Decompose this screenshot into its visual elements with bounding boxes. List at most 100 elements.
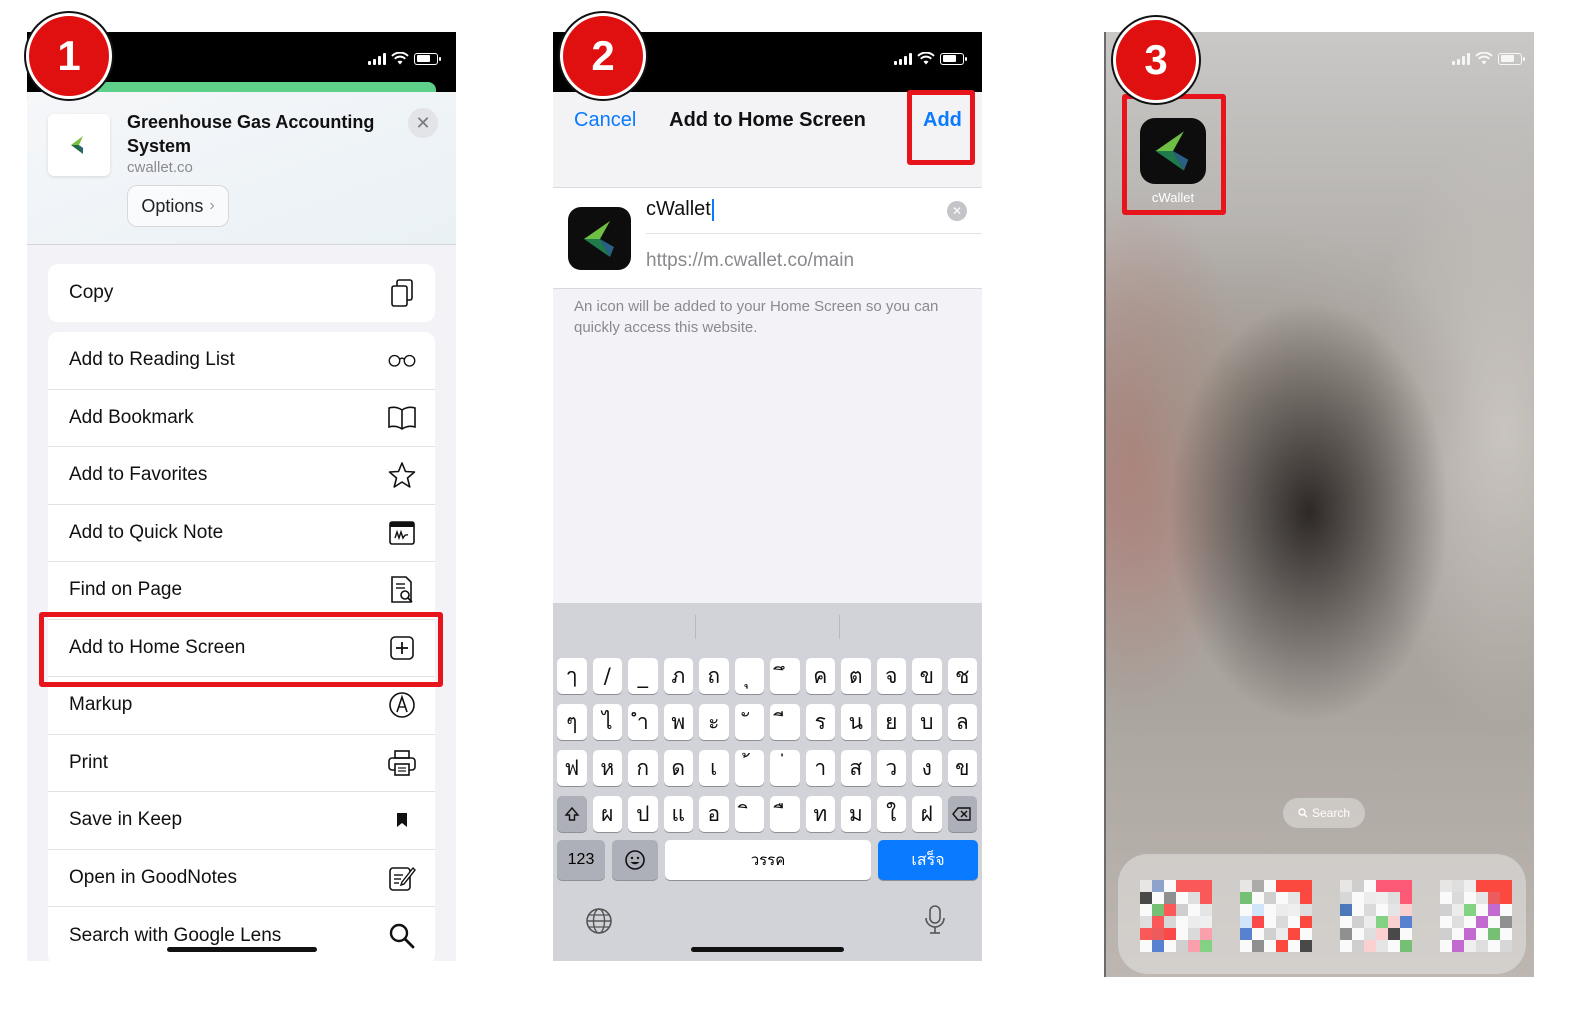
key[interactable]: ผ [592,796,622,832]
dock [1118,854,1526,974]
highlight-box-app-icon [1122,94,1226,215]
battery-icon [414,52,441,65]
key[interactable]: เ [699,750,729,786]
shift-key[interactable] [557,796,587,832]
find-on-page-icon [387,575,417,605]
text-caret [711,198,714,221]
key[interactable]: แ [663,796,693,832]
key[interactable]: า [805,750,835,786]
key[interactable]: ก [628,750,658,786]
menu-item-add-bookmark[interactable]: Add Bookmark [48,390,435,447]
clear-text-icon[interactable]: ✕ [947,201,967,221]
key[interactable]: ๆ [557,704,587,740]
key[interactable]: ข [947,750,977,786]
key[interactable]: ป [628,796,658,832]
dock-app-2[interactable] [1240,874,1312,954]
menu-group-copy: Copy [48,264,435,322]
markup-icon [387,690,417,720]
backspace-icon [952,807,971,821]
key[interactable]: ห [592,750,622,786]
menu-item-search-with-google-lens[interactable]: Search with Google Lens [48,907,435,961]
numbers-key[interactable]: 123 [557,840,605,880]
options-button[interactable]: Options › [127,185,229,227]
menu-item-copy[interactable]: Copy [48,264,435,322]
menu-item-label: Search with Google Lens [69,924,282,946]
dock-app-3[interactable] [1340,874,1412,954]
key[interactable]: ื [770,796,800,832]
done-key[interactable]: เสร็จ [878,840,978,880]
key[interactable]: ท [805,796,835,832]
key[interactable]: ม [841,796,871,832]
menu-item-open-in-goodnotes[interactable]: Open in GoodNotes [48,850,435,907]
add-to-home-screen-panel: Add to Home Screen Cancel Add cWallet ✕ … [553,32,982,961]
emoji-key[interactable] [612,840,658,880]
menu-item-add-to-reading-list[interactable]: Add to Reading List [48,332,435,390]
key[interactable]: ย [876,704,906,740]
key[interactable]: ว [876,750,906,786]
menu-item-save-in-keep[interactable]: Save in Keep [48,792,435,850]
delete-key[interactable] [947,796,977,832]
menu-item-add-to-favorites[interactable]: Add to Favorites [48,447,435,505]
url-text: https://m.cwallet.co/main [646,250,855,271]
key[interactable]: จ [876,658,906,694]
key[interactable]: ถ [699,658,729,694]
key[interactable]: _ [628,658,658,694]
key[interactable]: ล [947,704,977,740]
globe-icon[interactable] [584,906,614,936]
key[interactable]: ึ [770,658,800,694]
key[interactable]: บ [912,704,942,740]
key[interactable]: ฟ [557,750,587,786]
microphone-icon[interactable] [923,904,947,936]
key[interactable]: ่ [770,750,800,786]
key[interactable]: ิ [734,796,764,832]
menu-item-add-to-quick-note[interactable]: Add to Quick Note [48,505,435,562]
key[interactable]: น [841,704,871,740]
step-badge-1: 1 [26,13,112,99]
options-label: Options [141,195,204,216]
key[interactable]: ไ [592,704,622,740]
key[interactable]: ต [841,658,871,694]
key[interactable]: พ [663,704,693,740]
key[interactable]: ะ [699,704,729,740]
key[interactable]: ๅ [557,658,587,694]
divider [646,233,982,234]
signal-icon [1452,52,1470,65]
spotlight-search-button[interactable]: Search [1283,798,1365,828]
highlight-box-add-to-home-screen [39,612,443,687]
dock-app-1[interactable] [1140,874,1212,954]
key[interactable]: ุ [734,658,764,694]
menu-item-find-on-page[interactable]: Find on Page [48,562,435,620]
key[interactable]: ี [770,704,800,740]
key[interactable]: ด [663,750,693,786]
quick-note-icon [387,518,417,548]
keyboard-row-4: ผปแอิืทมใฝ [557,796,978,832]
key[interactable]: / [592,658,622,694]
key[interactable]: ใ [876,796,906,832]
share-header: Greenhouse Gas Accounting System cwallet… [27,92,456,245]
suggestion-bar [553,603,982,647]
key[interactable]: ร [805,704,835,740]
menu-item-label: Print [69,751,109,773]
key[interactable]: ฝ [912,796,942,832]
close-button[interactable]: ✕ [408,108,438,138]
key[interactable]: ส [841,750,871,786]
key[interactable]: ค [805,658,835,694]
key[interactable]: อ [699,796,729,832]
key[interactable]: ้ [734,750,764,786]
menu-item-label: Add to Reading List [69,349,235,371]
key[interactable]: ช [947,658,977,694]
home-indicator [167,947,317,952]
space-key[interactable]: วรรค [665,840,871,880]
key[interactable]: ั [734,704,764,740]
battery-icon [1498,52,1525,65]
key[interactable]: ภ [663,658,693,694]
key[interactable]: ง [912,750,942,786]
printer-icon [387,748,417,778]
menu-item-print[interactable]: Print [48,735,435,792]
cancel-button[interactable]: Cancel [574,109,636,132]
name-field[interactable]: cWallet [646,198,714,221]
dock-app-4[interactable] [1440,874,1512,954]
key[interactable]: ำ [628,704,658,740]
glasses-icon [387,345,417,375]
key[interactable]: ข [912,658,942,694]
